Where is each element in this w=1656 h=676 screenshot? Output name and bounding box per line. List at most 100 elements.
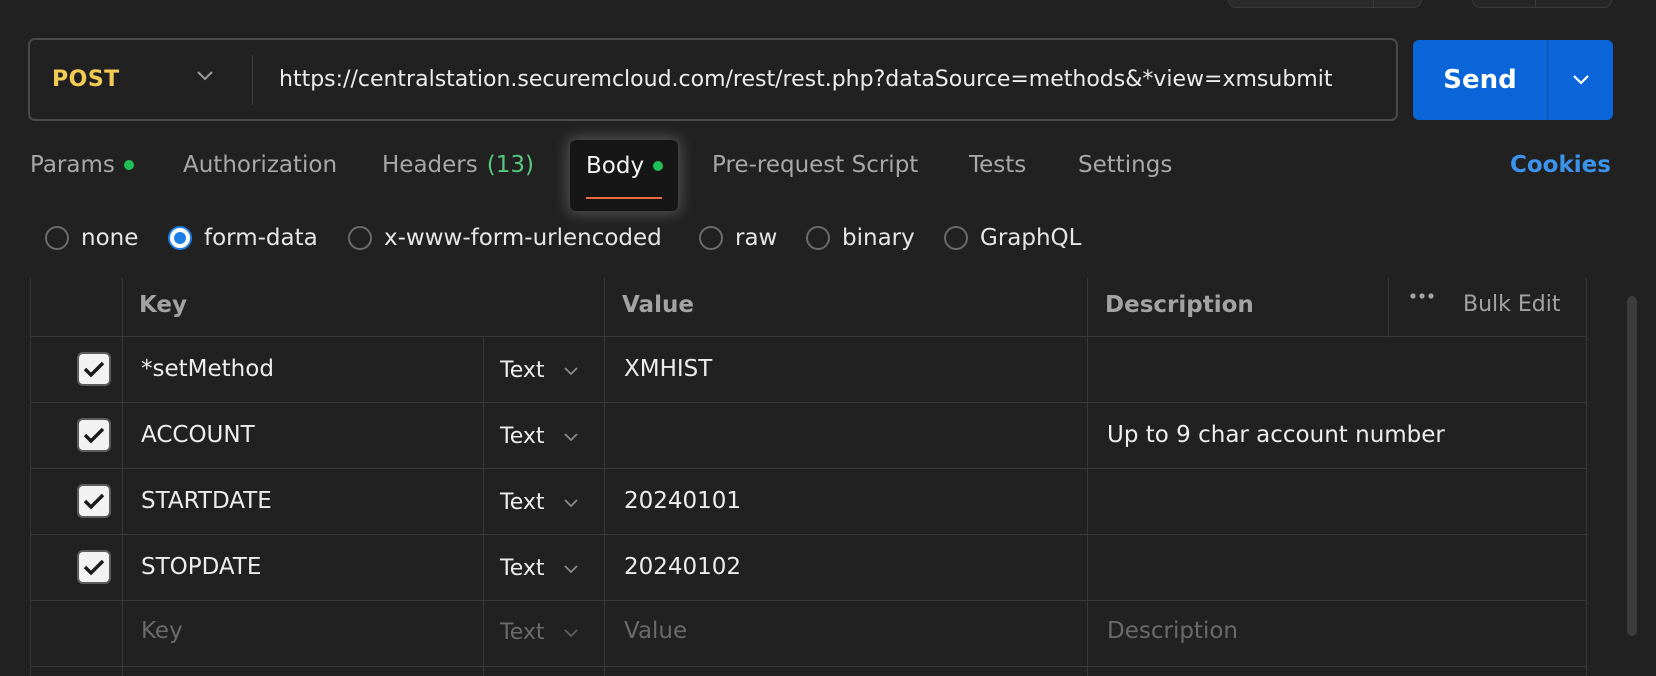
row-checkbox[interactable] [77, 484, 111, 518]
new-type-label: Text [500, 620, 545, 645]
tab-authorization-label: Authorization [183, 152, 338, 178]
radio-circle [806, 226, 830, 250]
headers-count: (13) [486, 152, 534, 178]
tab-body[interactable]: Body [570, 140, 678, 211]
radio-label: raw [735, 225, 778, 251]
row-checkbox[interactable] [77, 352, 111, 386]
row-key[interactable]: ACCOUNT [141, 422, 255, 448]
tab-tests[interactable]: Tests [969, 152, 1026, 178]
chevron-down-icon [1572, 75, 1589, 85]
row-divider [31, 336, 1587, 337]
radio-none[interactable]: none [45, 225, 138, 251]
column-header-description: Description [1105, 292, 1254, 318]
row-type-label: Text [500, 358, 545, 383]
active-tab-underline [586, 197, 662, 199]
checkmark-icon [83, 361, 105, 378]
tab-params[interactable]: Params [30, 152, 134, 178]
tab-prerequest-script[interactable]: Pre-request Script [712, 152, 918, 178]
radio-label: none [81, 225, 139, 251]
tab-tests-label: Tests [969, 152, 1027, 178]
radio-x-www-form-urlencoded[interactable]: x-www-form-urlencoded [348, 225, 662, 251]
row-type-label: Text [500, 490, 545, 515]
vertical-scrollbar[interactable] [1627, 296, 1637, 636]
column-header-value: Value [622, 292, 694, 318]
column-divider [122, 278, 123, 676]
radio-circle [348, 226, 372, 250]
more-options-button[interactable] [1409, 292, 1435, 300]
chevron-down-icon [563, 564, 578, 573]
row-checkbox[interactable] [77, 418, 111, 452]
request-editor: POST https://centralstation.securemcloud… [0, 0, 1656, 676]
radio-circle [944, 226, 968, 250]
tab-body-label: Body [586, 153, 645, 179]
cookies-link[interactable]: Cookies [1510, 152, 1611, 178]
chevron-down-icon [197, 71, 213, 81]
new-type-select[interactable]: Text [500, 620, 579, 645]
column-divider [1087, 278, 1088, 676]
tab-headers[interactable]: Headers (13) [382, 152, 534, 178]
radio-circle [45, 226, 69, 250]
tab-settings-label: Settings [1078, 152, 1173, 178]
column-divider [1388, 278, 1389, 338]
row-description[interactable]: Up to 9 char account number [1107, 422, 1445, 448]
url-input[interactable]: https://centralstation.securemcloud.com/… [253, 67, 1396, 92]
tab-authorization[interactable]: Authorization [183, 152, 337, 178]
chevron-down-icon [563, 432, 578, 441]
method-label: POST [52, 67, 120, 92]
row-key[interactable]: *setMethod [141, 356, 274, 382]
radio-circle [699, 226, 723, 250]
radio-label: x-www-form-urlencoded [384, 225, 662, 251]
row-type-select[interactable]: Text [500, 556, 579, 581]
row-value[interactable]: 20240101 [624, 488, 741, 514]
row-key[interactable]: STOPDATE [141, 554, 261, 580]
row-value[interactable]: 20240102 [624, 554, 741, 580]
column-divider [604, 278, 605, 676]
row-type-select[interactable]: Text [500, 490, 579, 515]
active-indicator-dot [123, 160, 134, 170]
row-checkbox[interactable] [77, 550, 111, 584]
radio-binary[interactable]: binary [806, 225, 915, 251]
chevron-down-icon [563, 628, 578, 637]
radio-raw[interactable]: raw [699, 225, 777, 251]
row-divider [31, 468, 1587, 469]
radio-label: form-data [204, 225, 318, 251]
radio-label: binary [842, 225, 915, 251]
row-value[interactable]: XMHIST [624, 356, 712, 382]
row-key[interactable]: STARTDATE [141, 488, 272, 514]
form-data-table: Key Value Description Bulk Edit *setMeth… [30, 278, 1587, 676]
send-options-button[interactable] [1548, 40, 1613, 120]
method-select[interactable]: POST [30, 40, 252, 119]
row-type-label: Text [500, 556, 545, 581]
row-divider [31, 666, 1587, 667]
type-column-divider [483, 338, 484, 676]
checkmark-icon [83, 493, 105, 510]
row-type-select[interactable]: Text [500, 424, 579, 449]
radio-form-data[interactable]: form-data [168, 225, 318, 251]
radio-graphql[interactable]: GraphQL [944, 225, 1081, 251]
tab-prerequest-label: Pre-request Script [712, 152, 919, 178]
tab-settings[interactable]: Settings [1078, 152, 1172, 178]
radio-circle-selected [168, 226, 192, 250]
new-key-input[interactable]: Key [141, 618, 183, 644]
tab-headers-label: Headers [382, 152, 478, 178]
new-description-input[interactable]: Description [1107, 618, 1238, 644]
row-type-select[interactable]: Text [500, 358, 579, 383]
row-type-label: Text [500, 424, 545, 449]
row-divider [31, 600, 1587, 601]
bulk-edit-button[interactable]: Bulk Edit [1463, 292, 1561, 317]
toolbar-control-clipped[interactable] [1228, 0, 1422, 8]
row-divider [31, 402, 1587, 403]
chevron-down-icon [563, 498, 578, 507]
send-button-group: Send [1413, 40, 1613, 120]
row-divider [31, 534, 1587, 535]
toolbar-control-clipped-2[interactable] [1472, 0, 1612, 8]
send-button[interactable]: Send [1413, 40, 1547, 120]
column-divider [1586, 278, 1587, 676]
active-indicator-dot [653, 161, 664, 171]
new-value-input[interactable]: Value [624, 618, 687, 644]
tab-params-label: Params [30, 152, 115, 178]
chevron-down-icon [563, 366, 578, 375]
more-horizontal-icon [1410, 293, 1434, 299]
checkmark-icon [83, 559, 105, 576]
column-header-key: Key [139, 292, 188, 318]
